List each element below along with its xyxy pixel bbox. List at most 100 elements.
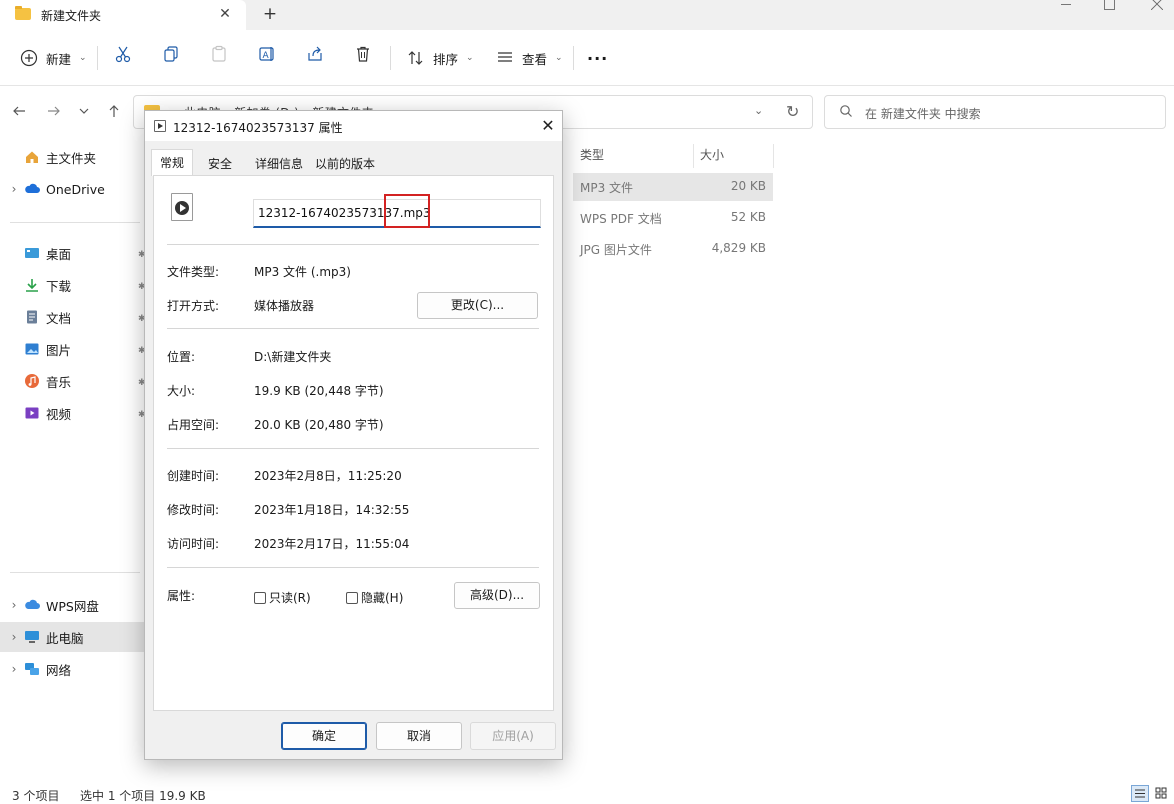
document-icon: [24, 309, 40, 325]
more-options-button[interactable]: ···: [587, 43, 608, 73]
divider: [167, 448, 539, 449]
extension-highlight: [384, 194, 430, 228]
checkbox-box[interactable]: [346, 591, 358, 604]
minimize-button[interactable]: [1043, 0, 1089, 30]
disk-size-value: 20.0 KB (20,480 字节): [254, 418, 384, 432]
dialog-title-bar[interactable]: 12312-1674023573137 属性 ✕: [145, 111, 562, 141]
selection-info: 选中 1 个项目 19.9 KB: [80, 789, 206, 803]
sidebar-item-label: 桌面: [46, 246, 72, 262]
properties-dialog: 12312-1674023573137 属性 ✕ 常规 安全 详细信息 以前的版…: [144, 110, 563, 760]
cloud-icon: [24, 597, 40, 613]
sidebar-item-network[interactable]: › 网络: [0, 654, 144, 684]
readonly-checkbox[interactable]: 只读(R): [254, 589, 311, 606]
audio-file-icon: [171, 193, 193, 221]
share-icon[interactable]: [304, 43, 326, 65]
toolbar-divider: [573, 46, 574, 70]
details-view-icon[interactable]: [1131, 785, 1149, 802]
search-placeholder: 在 新建文件夹 中搜索: [865, 107, 981, 121]
tab-previous-versions[interactable]: 以前的版本: [309, 153, 381, 175]
ok-button[interactable]: 确定: [281, 722, 367, 750]
new-tab-button[interactable]: +: [260, 3, 280, 25]
chevron-right-icon[interactable]: ›: [4, 182, 24, 196]
back-arrow-icon[interactable]: [8, 100, 30, 122]
tab-close-button[interactable]: ✕: [216, 5, 234, 23]
view-label: 查看: [522, 51, 548, 67]
cancel-button[interactable]: 取消: [376, 722, 462, 750]
sort-icon: [405, 47, 427, 69]
file-type: JPG 图片文件: [580, 243, 652, 257]
sidebar-item-label: 音乐: [46, 374, 72, 390]
address-dropdown-icon[interactable]: ⌄: [754, 104, 763, 117]
sidebar-item-onedrive[interactable]: › OneDrive: [0, 174, 144, 204]
disk-size-label: 占用空间:: [167, 418, 220, 432]
sidebar-divider: [10, 222, 140, 223]
chevron-right-icon[interactable]: ›: [4, 662, 24, 676]
view-button[interactable]: 查看 ⌄: [494, 43, 563, 73]
toolbar-divider: [390, 46, 391, 70]
file-row[interactable]: WPS PDF 文档 52 KB: [573, 204, 773, 232]
column-header-size[interactable]: 大小: [700, 146, 724, 163]
readonly-label: 只读(R): [269, 591, 311, 605]
toolbar-divider: [97, 46, 98, 70]
sidebar-item-pictures[interactable]: 图片: [0, 334, 144, 364]
sidebar-item-label: 文档: [46, 310, 72, 326]
sidebar-item-documents[interactable]: 文档: [0, 302, 144, 332]
up-arrow-icon[interactable]: [103, 100, 125, 122]
search-box[interactable]: 在 新建文件夹 中搜索: [824, 95, 1166, 129]
chevron-down-icon: ⌄: [555, 53, 563, 63]
sidebar-item-home[interactable]: 主文件夹: [0, 142, 144, 172]
view-list-icon: [494, 47, 516, 69]
column-header-type[interactable]: 类型: [580, 146, 604, 163]
column-divider[interactable]: [693, 144, 694, 168]
sidebar-item-downloads[interactable]: 下载: [0, 270, 144, 300]
sidebar-item-music[interactable]: 音乐: [0, 366, 144, 396]
delete-icon[interactable]: [352, 43, 374, 65]
command-bar: 新建 ⌄ A 排序 ⌄ 查看 ⌄ ···: [0, 30, 1174, 86]
recent-chevron-icon[interactable]: [73, 100, 95, 122]
attributes-label: 属性:: [167, 589, 196, 603]
chevron-down-icon: ⌄: [466, 53, 474, 63]
hidden-checkbox[interactable]: 隐藏(H): [346, 589, 403, 606]
sidebar-item-videos[interactable]: 视频: [0, 398, 144, 428]
paste-icon[interactable]: [208, 43, 230, 65]
new-button-label: 新建: [46, 51, 72, 67]
column-divider[interactable]: [773, 144, 774, 168]
size-value: 19.9 KB (20,448 字节): [254, 384, 384, 398]
refresh-icon[interactable]: ↻: [786, 102, 799, 121]
folder-icon: [15, 6, 31, 20]
checkbox-box[interactable]: [254, 591, 266, 604]
close-icon[interactable]: ✕: [538, 116, 558, 136]
music-icon: [24, 373, 40, 389]
sidebar-item-this-pc[interactable]: › 此电脑: [0, 622, 144, 652]
sidebar-item-wps-drive[interactable]: › WPS网盘: [0, 590, 144, 620]
sidebar-item-label: 下载: [46, 278, 72, 294]
sort-button[interactable]: 排序 ⌄: [405, 43, 474, 73]
maximize-button[interactable]: [1089, 0, 1135, 30]
accessed-value: 2023年2月17日，11:55:04: [254, 537, 410, 551]
cut-icon[interactable]: [112, 43, 134, 65]
svg-text:A: A: [263, 51, 270, 61]
new-button[interactable]: 新建 ⌄: [18, 43, 87, 73]
window-close-button[interactable]: [1135, 0, 1174, 30]
copy-icon[interactable]: [160, 43, 182, 65]
file-row[interactable]: JPG 图片文件 4,829 KB: [573, 235, 773, 263]
open-with-label: 打开方式:: [167, 299, 220, 313]
chevron-right-icon[interactable]: ›: [4, 598, 24, 612]
change-button[interactable]: 更改(C)...: [417, 292, 538, 319]
file-row[interactable]: MP3 文件 20 KB: [573, 173, 773, 201]
advanced-button[interactable]: 高级(D)...: [454, 582, 540, 609]
file-size: 20 KB: [730, 179, 766, 193]
location-label: 位置:: [167, 350, 196, 364]
tab-general[interactable]: 常规: [151, 149, 194, 176]
apply-button[interactable]: 应用(A): [470, 722, 556, 750]
title-bar: 新建文件夹 ✕ +: [0, 0, 1174, 30]
forward-arrow-icon[interactable]: [43, 100, 65, 122]
chevron-right-icon[interactable]: ›: [4, 630, 24, 644]
tab-current-folder[interactable]: 新建文件夹 ✕: [0, 0, 246, 30]
tiles-view-icon[interactable]: [1153, 785, 1171, 802]
tab-security[interactable]: 安全: [202, 153, 238, 175]
tab-details[interactable]: 详细信息: [249, 153, 309, 175]
sidebar-item-desktop[interactable]: 桌面: [0, 238, 144, 268]
rename-icon[interactable]: A: [256, 43, 278, 65]
navigation-pane: 主文件夹 › OneDrive 桌面 下载 文档 图片 音乐 视频 ✱ ✱ ✱ …: [0, 142, 146, 782]
